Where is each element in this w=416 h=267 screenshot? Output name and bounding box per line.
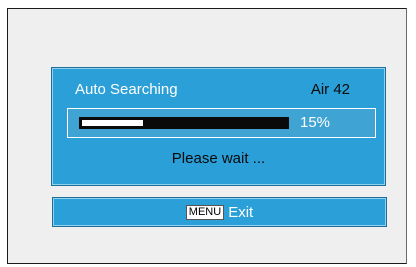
exit-label: Exit: [228, 203, 254, 221]
exit-button[interactable]: MENU Exit: [53, 198, 386, 226]
menu-key-badge: MENU: [185, 204, 225, 220]
dialog-header: Auto Searching Air 42: [53, 69, 384, 107]
current-channel: Air 42: [310, 81, 350, 98]
progress-bar: [79, 117, 289, 129]
exit-button-content: MENU Exit: [54, 199, 385, 225]
status-message: Please wait ...: [171, 150, 266, 167]
progress-track-inner: [82, 120, 286, 126]
auto-search-dialog: Auto Searching Air 42 15% Please wait ..…: [52, 68, 385, 185]
dialog-title: Auto Searching: [75, 81, 178, 98]
progress-fill: [82, 120, 144, 126]
tv-screen: Auto Searching Air 42 15% Please wait ..…: [7, 8, 407, 264]
progress-row: 15%: [67, 108, 376, 138]
progress-percent: 15%: [300, 114, 331, 131]
